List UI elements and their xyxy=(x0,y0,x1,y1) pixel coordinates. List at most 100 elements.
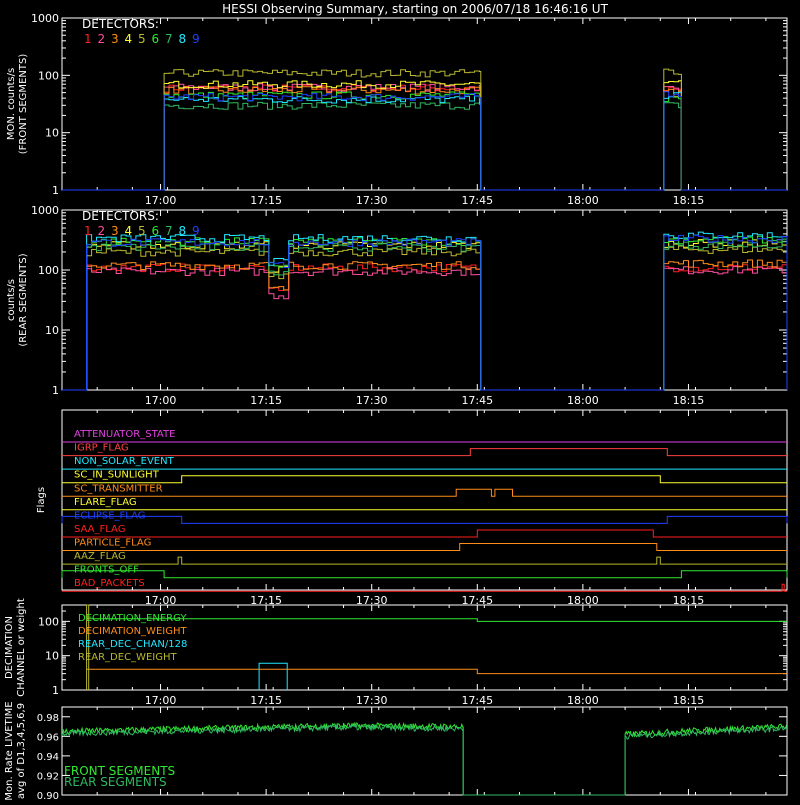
flag-label: FRONTS_OFF xyxy=(74,565,139,576)
flag-trace-saa_flag xyxy=(62,529,787,538)
flag-trace-sc_in_sunlight xyxy=(62,475,787,484)
flag-trace-sc_transmitter xyxy=(62,488,787,497)
livetime-ytick-label: 0.96 xyxy=(37,732,59,743)
rear-legend-detector: 3 xyxy=(111,224,119,238)
decimation-ytick-label: 100 xyxy=(38,615,59,628)
livetime-frame xyxy=(61,706,788,796)
rear-xtick-label: 17:15 xyxy=(250,394,282,407)
flag-label: IGRP_FLAG xyxy=(74,443,129,454)
decimation-ytick-label: 1 xyxy=(52,684,59,697)
rear-ylabel2: (REAR SEGMENTS) xyxy=(18,253,29,346)
decimation-series xyxy=(86,668,787,675)
flag-trace-eclipse_flag xyxy=(61,515,788,524)
decimation-legend-item: DECIMATION_ENERGY xyxy=(78,613,187,624)
rear-legend-detector: 5 xyxy=(138,224,146,238)
decimation-xtick-label: 17:15 xyxy=(250,694,282,707)
decimation-series xyxy=(258,662,288,690)
livetime-ytick-label: 0.92 xyxy=(37,771,59,782)
decimation-xtick-label: 17:45 xyxy=(461,694,493,707)
flag-label: AAZ_FLAG xyxy=(74,551,126,562)
flag-label: SAA_FLAG xyxy=(74,524,125,535)
front-xtick-label: 17:15 xyxy=(250,194,282,207)
front-legend-title: DETECTORS: xyxy=(82,17,159,31)
chart-title: HESSI Observing Summary, starting on 200… xyxy=(222,2,608,16)
livetime-ylabel: Mon. Rate LIVETIME xyxy=(4,701,15,800)
livetime-legend-item: REAR SEGMENTS xyxy=(64,775,167,789)
decimation-ylabel: DECIMATION xyxy=(4,616,15,679)
decimation-series xyxy=(86,618,787,622)
flags-ylabel: Flags xyxy=(36,487,47,513)
decimation-ylabel2: CHANNEL or weight xyxy=(16,598,27,697)
decimation-legend-item: REAR_DEC_CHAN/128 xyxy=(78,639,187,650)
decimation-xtick-label: 18:00 xyxy=(567,694,599,707)
flag-label: SC_IN_SUNLIGHT xyxy=(74,470,160,481)
front-xtick-label: 17:45 xyxy=(461,194,493,207)
flag-label: BAD_PACKETS xyxy=(74,578,145,589)
flag-label: NON_SOLAR_EVENT xyxy=(74,456,175,467)
rear-series-6 xyxy=(62,235,788,391)
decimation-xtick-label: 18:15 xyxy=(673,694,705,707)
livetime-series xyxy=(61,723,788,796)
front-ytick-label: 1 xyxy=(52,184,59,197)
livetime-ytick-label: 0.98 xyxy=(37,713,59,724)
front-xtick-label: 18:00 xyxy=(567,194,599,207)
rear-legend-detector: 9 xyxy=(192,224,200,238)
front-series-1 xyxy=(62,84,787,191)
rear-legend-detector: 7 xyxy=(165,224,173,238)
rear-legend-detector: 4 xyxy=(125,224,133,238)
flag-label: ATTENUATOR_STATE xyxy=(74,429,175,440)
front-legend-detector: 8 xyxy=(179,32,187,46)
rear-xtick-label: 17:30 xyxy=(356,394,388,407)
rear-legend-detector: 6 xyxy=(152,224,160,238)
flag-label: PARTICLE_FLAG xyxy=(74,538,151,549)
front-xtick-label: 18:15 xyxy=(673,194,705,207)
front-xtick-label: 17:30 xyxy=(356,194,388,207)
rear-series-3 xyxy=(62,259,788,391)
observing-summary: HESSI Observing Summary, starting on 200… xyxy=(0,0,800,802)
front-xtick-label: 17:00 xyxy=(145,194,177,207)
front-legend-detector: 9 xyxy=(192,32,200,46)
rear-series-2 xyxy=(62,266,788,391)
rear-ytick-label: 1000 xyxy=(31,204,59,217)
front-series-7 xyxy=(62,101,787,191)
summary-plot: HESSI Observing Summary, starting on 200… xyxy=(4,2,788,802)
front-legend-detector: 7 xyxy=(165,32,173,46)
front-ylabel: MON. counts/s xyxy=(6,68,17,140)
rear-ylabel: counts/s xyxy=(6,279,17,321)
rear-xtick-label: 17:45 xyxy=(461,394,493,407)
front-ytick-label: 100 xyxy=(38,69,59,82)
livetime-ylabel2: avg of D1,3,4,5,6,9 xyxy=(16,703,27,799)
livetime-ytick-label: 0.90 xyxy=(37,791,59,800)
decimation-xtick-label: 17:00 xyxy=(145,694,177,707)
rear-xtick-label: 18:00 xyxy=(567,394,599,407)
rear-series-8 xyxy=(62,231,788,391)
rear-xtick-label: 18:15 xyxy=(673,394,705,407)
livetime-ytick-label: 0.94 xyxy=(37,752,59,763)
flag-label: SC_TRANSMITTER xyxy=(74,483,163,494)
rear-ytick-label: 100 xyxy=(38,264,59,277)
flag-trace-particle_flag xyxy=(62,543,787,551)
front-ytick-label: 1000 xyxy=(31,12,59,25)
rear-series-5 xyxy=(62,245,788,391)
front-legend-detector: 4 xyxy=(125,32,133,46)
front-series-3 xyxy=(62,86,787,191)
rear-ytick-label: 10 xyxy=(45,324,59,337)
rear-xtick-label: 17:00 xyxy=(145,394,177,407)
front-legend-detector: 1 xyxy=(84,32,92,46)
flag-trace-aaz_flag xyxy=(62,556,787,565)
decimation-xtick-label: 17:30 xyxy=(356,694,388,707)
decimation-ytick-label: 10 xyxy=(45,650,59,663)
rear-legend-detector: 2 xyxy=(98,224,106,238)
front-ylabel2: (FRONT SEGMENTS) xyxy=(18,54,29,155)
rear-ytick-label: 1 xyxy=(52,384,59,397)
front-legend-detector: 6 xyxy=(152,32,160,46)
flag-trace-fronts_off xyxy=(61,570,788,579)
rear-legend-detector: 1 xyxy=(84,224,92,238)
rear-legend-title: DETECTORS: xyxy=(82,209,159,223)
front-legend-detector: 5 xyxy=(138,32,146,46)
flag-label: ECLIPSE_FLAG xyxy=(74,510,145,521)
rear-series-9 xyxy=(62,234,788,391)
front-legend-detector: 3 xyxy=(111,32,119,46)
flag-label: FLARE_FLAG xyxy=(74,497,137,508)
rear-legend-detector: 8 xyxy=(179,224,187,238)
